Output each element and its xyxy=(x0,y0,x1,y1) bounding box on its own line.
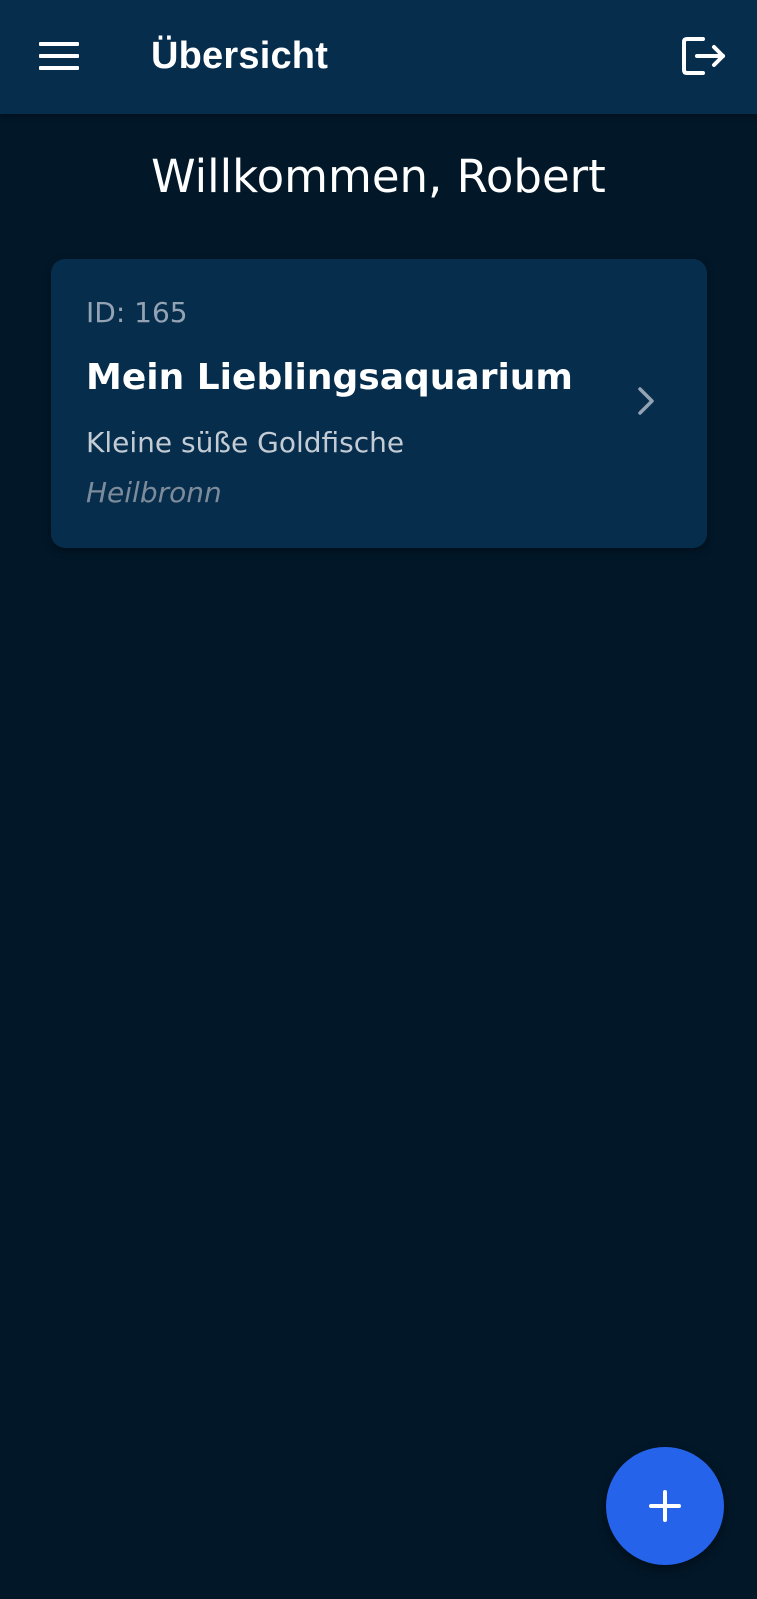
aquarium-description: Kleine süße Goldfische xyxy=(86,426,405,459)
plus-icon xyxy=(649,1490,681,1522)
menu-button[interactable] xyxy=(28,28,90,84)
logout-icon xyxy=(682,37,725,75)
aquarium-id: ID: 165 xyxy=(86,296,188,329)
aquarium-card[interactable]: ID: 165 Mein Lieblingsaquarium Kleine sü… xyxy=(51,259,707,548)
hamburger-menu-icon xyxy=(39,42,79,70)
logout-button[interactable] xyxy=(674,26,734,86)
app-root: Übersicht Willkommen, Robert ID: 165 Mei… xyxy=(0,0,757,1599)
add-aquarium-button[interactable] xyxy=(606,1447,724,1565)
welcome-heading: Willkommen, Robert xyxy=(151,150,606,203)
aquarium-location: Heilbronn xyxy=(86,476,222,509)
page-title: Übersicht xyxy=(151,35,329,77)
chevron-right-icon xyxy=(638,387,654,415)
aquarium-name: Mein Lieblingsaquarium xyxy=(86,357,573,398)
app-bar: Übersicht xyxy=(0,0,757,114)
